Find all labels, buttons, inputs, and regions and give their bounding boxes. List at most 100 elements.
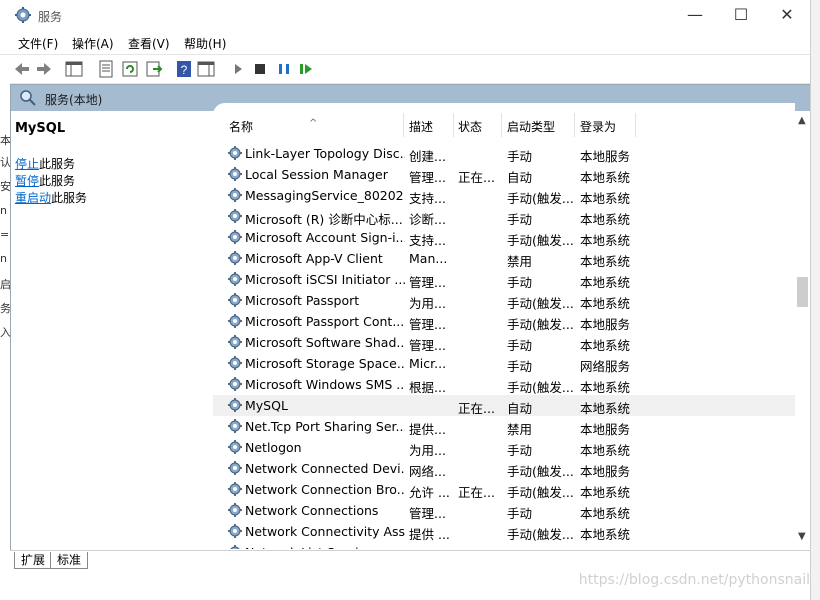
menu-help[interactable]: 帮助(H) (184, 35, 226, 52)
services-panel: 服务(本地) MySQL 停止此服务 暂停此服务 重启动此服务 ^ 名称 描述 … (10, 84, 812, 552)
table-row[interactable]: Microsoft Passport Cont... 管理... 手动(触发... 本… (213, 311, 795, 332)
service-startup-type: 手动(触发... (507, 317, 574, 332)
table-row[interactable]: Netlogon 为用... 手动 本地系统 (213, 437, 795, 458)
column-header-status[interactable]: 状态 (458, 118, 482, 135)
column-header-name[interactable]: 名称 (229, 118, 253, 135)
service-startup-type: 手动(触发... (507, 380, 574, 395)
pause-service-icon[interactable] (274, 59, 294, 79)
service-name: MySQL (245, 398, 288, 413)
window-title: 服务 (38, 10, 63, 24)
table-row[interactable]: Network List Service 识别... 正在... 手动 本地服务 (213, 542, 795, 549)
service-startup-type: 手动(触发... (507, 464, 574, 479)
resume-service-icon[interactable] (296, 59, 316, 79)
maximize-button[interactable]: ☐ (718, 0, 764, 30)
services-rows: Link-Layer Topology Disc... 创建... 手动 本地服务 Lo… (213, 143, 795, 549)
window-edge (810, 0, 820, 600)
service-gear-icon (227, 271, 243, 287)
table-row[interactable]: Microsoft App-V Client Man... 禁用 本地系统 (213, 248, 795, 269)
service-startup-type: 自动 (507, 401, 533, 416)
menu-file[interactable]: 文件(F) (18, 35, 58, 52)
column-header-description[interactable]: 描述 (409, 118, 433, 135)
service-name: Local Session Manager (245, 167, 388, 182)
service-log-on-as: 本地系统 (580, 380, 631, 395)
extended-description-pane: MySQL 停止此服务 暂停此服务 重启动此服务 (11, 111, 213, 551)
service-log-on-as: 本地系统 (580, 233, 631, 248)
tab-standard[interactable]: 标准 (50, 552, 89, 569)
scroll-up-arrow-icon[interactable]: ▲ (798, 115, 806, 126)
service-log-on-as: 本地系统 (580, 296, 631, 311)
menu-bar: 文件(F) 操作(A) 查看(V) 帮助(H) (0, 32, 810, 54)
service-log-on-as: 本地系统 (580, 443, 631, 458)
table-row[interactable]: Microsoft Software Shad... 管理... 手动 本地系统 (213, 332, 795, 353)
table-row[interactable]: Network Connected Devi... 网络... 手动(触发... 本地… (213, 458, 795, 479)
table-row[interactable]: Network Connectivity Ass... 提供 ... 手动(触发..… (213, 521, 795, 542)
table-row[interactable]: Link-Layer Topology Disc... 创建... 手动 本地服务 (213, 143, 795, 164)
table-row[interactable]: Network Connections 管理... 手动 本地系统 (213, 500, 795, 521)
service-name: Microsoft App-V Client (245, 251, 383, 266)
watermark: https://blog.csdn.net/pythonsnail (578, 572, 810, 588)
service-name: Link-Layer Topology Disc... (245, 146, 405, 161)
service-description: 创建... (409, 149, 446, 164)
table-row[interactable]: Microsoft Storage Space... Micr... 手动 网络服务 (213, 353, 795, 374)
service-description: 支持... (409, 233, 446, 248)
menu-action[interactable]: 操作(A) (72, 35, 114, 52)
help-icon[interactable]: ? (174, 59, 194, 79)
service-log-on-as: 本地系统 (580, 275, 631, 290)
tab-extended[interactable]: 扩展 (14, 552, 53, 569)
properties-icon[interactable] (96, 59, 116, 79)
minimize-button[interactable]: — (672, 0, 718, 30)
service-name: Net.Tcp Port Sharing Ser... (245, 419, 405, 434)
column-header-log-on-as[interactable]: 登录为 (580, 118, 616, 135)
scroll-down-arrow-icon[interactable]: ▼ (798, 531, 806, 542)
service-startup-type: 手动(触发... (507, 527, 574, 542)
menu-view[interactable]: 查看(V) (128, 35, 170, 52)
service-description: 提供... (409, 422, 446, 437)
strip-char: n (0, 252, 7, 265)
service-name: Microsoft Passport (245, 293, 360, 308)
service-gear-icon (227, 250, 243, 266)
service-gear-icon (227, 145, 243, 161)
vertical-scrollbar[interactable]: ▲ ▼ (795, 111, 811, 549)
table-row[interactable]: Microsoft iSCSI Initiator ... 管理... 手动 本地系统 (213, 269, 795, 290)
strip-char: n (0, 204, 7, 217)
service-gear-icon (227, 502, 243, 518)
restart-service-link[interactable]: 重启动 (15, 191, 51, 205)
service-name: Microsoft Passport Cont... (245, 314, 405, 329)
strip-char: = (0, 228, 10, 241)
table-row[interactable]: Local Session Manager 管理... 正在... 自动 本地系统 (213, 164, 795, 185)
table-row[interactable]: Microsoft (R) 诊断中心标... 诊断... 手动 本地系统 (213, 206, 795, 227)
service-name: Microsoft (R) 诊断中心标... (245, 212, 403, 227)
scrollbar-thumb[interactable] (797, 277, 808, 307)
service-startup-type: 手动 (507, 338, 533, 353)
refresh-icon[interactable] (120, 59, 140, 79)
strip-char: 认 (0, 156, 10, 169)
table-row[interactable]: Microsoft Passport 为用... 手动(触发... 本地系统 (213, 290, 795, 311)
table-row[interactable]: Microsoft Account Sign-i... 支持... 手动(触发...… (213, 227, 795, 248)
column-header-startup-type[interactable]: 启动类型 (507, 118, 555, 135)
table-row[interactable]: MessagingService_80202 支持... 手动(触发... 本地系统 (213, 185, 795, 206)
console-tree-icon[interactable] (64, 59, 84, 79)
back-arrow-icon[interactable] (12, 59, 32, 79)
service-gear-icon (227, 334, 243, 350)
show-hide-icon[interactable] (196, 59, 216, 79)
action-stop: 停止此服务 (15, 155, 75, 172)
stop-service-link[interactable]: 停止 (15, 157, 39, 171)
table-row[interactable]: MySQL 正在... 自动 本地系统 (213, 395, 795, 416)
pause-service-link[interactable]: 暂停 (15, 174, 39, 188)
service-name: Network Connections (245, 503, 379, 518)
strip-char: 启 (0, 278, 10, 291)
title-bar: 服务 — ☐ ✕ (0, 0, 810, 32)
background-window-strip: 本 认 安 n = n 启 务 入 (0, 82, 10, 552)
table-row[interactable]: Network Connection Bro... 允许 ... 正在... 手动(触… (213, 479, 795, 500)
svg-text:?: ? (181, 63, 188, 77)
close-button[interactable]: ✕ (764, 0, 810, 30)
service-description: 为用... (409, 296, 446, 311)
stop-service-icon[interactable] (250, 59, 270, 79)
forward-arrow-icon[interactable] (34, 59, 54, 79)
table-row[interactable]: Net.Tcp Port Sharing Ser... 提供... 禁用 本地服务 (213, 416, 795, 437)
service-name: Microsoft Account Sign-i... (245, 230, 405, 245)
service-status: 正在... (458, 401, 495, 416)
start-service-icon[interactable] (228, 59, 248, 79)
table-row[interactable]: Microsoft Windows SMS ... 根据... 手动(触发... 本地… (213, 374, 795, 395)
export-icon[interactable] (144, 59, 164, 79)
